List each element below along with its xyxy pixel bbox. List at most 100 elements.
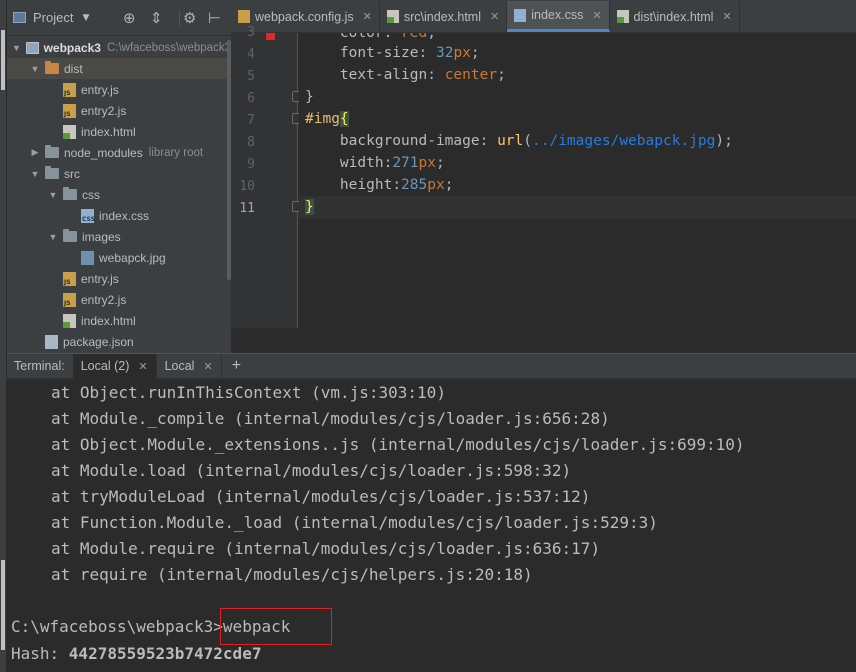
tree-item-path: C:\wfaceboss\webpack3 xyxy=(106,41,231,54)
hash-value: 44278559523b7472cde7 xyxy=(68,644,262,663)
code-line-11[interactable]: } xyxy=(305,196,314,218)
terminal-tab-local-2[interactable]: Local (2) ✕ xyxy=(72,353,157,379)
tree-item[interactable]: ▼ css xyxy=(7,184,231,205)
project-folder-icon xyxy=(25,41,39,54)
line-number: 4 xyxy=(247,47,255,62)
tree-item-label: index.html xyxy=(81,313,136,328)
line-number: 3 xyxy=(247,25,255,40)
close-icon[interactable]: ✕ xyxy=(203,360,212,373)
tree-item-label: index.html xyxy=(81,124,136,139)
chevron-down-icon[interactable]: ▼ xyxy=(29,169,41,179)
chevron-down-icon[interactable]: ▼ xyxy=(11,43,22,53)
locate-target-icon[interactable]: ⊕ xyxy=(123,10,136,26)
code-line-5[interactable]: text-align: center; xyxy=(305,64,506,86)
error-marker-icon xyxy=(266,33,275,40)
structure-tool-tab[interactable] xyxy=(1,560,5,650)
tree-item[interactable]: ▶JSentry.js xyxy=(7,79,231,100)
gear-icon[interactable]: ⚙ xyxy=(183,10,196,26)
stack-trace-line: at require (internal/modules/cjs/helpers… xyxy=(51,565,533,584)
tree-item[interactable]: ▶JSentry.js xyxy=(7,268,231,289)
stack-trace-line: at Module._compile (internal/modules/cjs… xyxy=(51,409,610,428)
project-icon xyxy=(13,12,26,23)
tree-item-path: library root xyxy=(148,146,204,159)
terminal-tab-label: Local (2) xyxy=(80,359,130,373)
tree-item-label: css xyxy=(82,187,100,202)
html-file-icon xyxy=(616,10,629,23)
tree-item[interactable]: ▶index.html xyxy=(7,121,231,142)
editor-tab-label: index.css xyxy=(531,8,584,22)
editor-tab-label: webpack.config.js xyxy=(255,9,354,24)
close-icon[interactable]: ✕ xyxy=(490,10,499,23)
chevron-down-icon[interactable]: ▼ xyxy=(47,232,59,242)
tree-item[interactable]: ▼ dist xyxy=(7,58,231,79)
line-number: 8 xyxy=(247,135,255,150)
project-panel-header: Project ▼ ⊕ ⇕ ⚙ ⊢ xyxy=(7,0,231,36)
new-terminal-button[interactable]: + xyxy=(222,354,251,379)
image-file-icon xyxy=(81,250,94,265)
json-file-icon xyxy=(45,334,58,349)
terminal-tab-local[interactable]: Local ✕ xyxy=(157,353,222,379)
tree-item[interactable]: ▶ node_modules library root xyxy=(7,142,231,163)
stack-trace-line: at Module.require (internal/modules/cjs/… xyxy=(51,539,601,558)
tree-item[interactable]: ▶index.html xyxy=(7,310,231,331)
project-tool-tab[interactable] xyxy=(1,30,5,90)
folder-icon xyxy=(45,145,59,158)
tree-item-label: images xyxy=(82,229,121,244)
tree-item[interactable]: ▼ src xyxy=(7,163,231,184)
folder-icon xyxy=(63,229,77,242)
js-file-icon: JS xyxy=(63,82,76,97)
editor-tab[interactable]: dist\index.html ✕ xyxy=(610,1,740,32)
editor-gutter: 3 4 5 6 7 8 9 10 11 xyxy=(231,25,303,328)
chevron-down-icon[interactable]: ▼ xyxy=(82,13,89,23)
shell-prompt: C:\wfaceboss\webpack3> xyxy=(11,617,223,636)
tree-item[interactable]: ▼ images xyxy=(7,226,231,247)
close-icon[interactable]: ✕ xyxy=(722,10,731,23)
chevron-down-icon[interactable]: ▼ xyxy=(47,190,59,200)
html-file-icon xyxy=(386,10,399,23)
editor-tab[interactable]: index.css ✕ xyxy=(507,1,610,32)
tree-item[interactable]: ▶CSSindex.css xyxy=(7,205,231,226)
tree-item-label: entry2.js xyxy=(81,292,127,307)
code-editor[interactable]: color: red; font-size: 32px; text-align:… xyxy=(299,33,856,328)
terminal-tab-label: Local xyxy=(164,359,195,373)
tree-item[interactable]: ▶JSentry2.js xyxy=(7,100,231,121)
html-file-icon xyxy=(63,124,76,139)
code-line-6[interactable]: } xyxy=(305,86,314,108)
code-line-7[interactable]: #img{ xyxy=(305,108,349,130)
code-line-9[interactable]: width:271px; xyxy=(305,152,445,174)
chevron-right-icon[interactable]: ▶ xyxy=(29,147,41,158)
hide-panel-icon[interactable]: ⊢ xyxy=(208,10,221,26)
js-file-icon: JS xyxy=(63,103,76,118)
chevron-down-icon[interactable]: ▼ xyxy=(29,64,41,74)
line-number: 10 xyxy=(239,179,255,194)
header-divider xyxy=(179,11,180,26)
terminal-label: Terminal: xyxy=(14,359,65,373)
left-tool-strip xyxy=(0,0,7,672)
stack-trace-line: at Object.Module._extensions..js (intern… xyxy=(51,435,745,454)
code-line-10[interactable]: height:285px; xyxy=(305,174,454,196)
editor-tab[interactable]: src\index.html ✕ xyxy=(380,1,508,32)
stack-trace-line: at Object.runInThisContext (vm.js:303:10… xyxy=(51,383,446,402)
tree-item-label: package.json xyxy=(63,334,134,349)
css-file-icon: CSS xyxy=(81,208,95,223)
close-icon[interactable]: ✕ xyxy=(363,10,372,23)
project-view-selector[interactable]: Project xyxy=(33,10,73,25)
hash-label: Hash: xyxy=(11,644,69,663)
terminal-output[interactable]: at Object.runInThisContext (vm.js:303:10… xyxy=(7,379,856,672)
js-file-icon: JS xyxy=(63,271,76,286)
tree-item[interactable]: ▼ webpack3 C:\wfaceboss\webpack3 xyxy=(7,37,231,58)
tree-item-label: node_modules xyxy=(64,145,143,160)
js-file-icon xyxy=(238,10,250,23)
project-panel: Project ▼ ⊕ ⇕ ⚙ ⊢ ▼ webpack3 C:\wfaceboss\… xyxy=(7,0,231,353)
tree-item-label: webpack3 xyxy=(43,40,101,55)
code-line-8[interactable]: background-image: url(../images/webapck.… xyxy=(305,130,733,152)
collapse-all-icon[interactable]: ⇕ xyxy=(150,10,163,26)
code-line-4[interactable]: font-size: 32px; xyxy=(305,42,480,64)
line-number: 9 xyxy=(247,157,255,172)
close-icon[interactable]: ✕ xyxy=(592,9,601,22)
tree-item[interactable]: ▶package.json xyxy=(7,331,231,352)
tree-item[interactable]: ▶webapck.jpg xyxy=(7,247,231,268)
tree-item[interactable]: ▶JSentry2.js xyxy=(7,289,231,310)
js-file-icon: JS xyxy=(63,292,76,307)
close-icon[interactable]: ✕ xyxy=(138,360,147,373)
